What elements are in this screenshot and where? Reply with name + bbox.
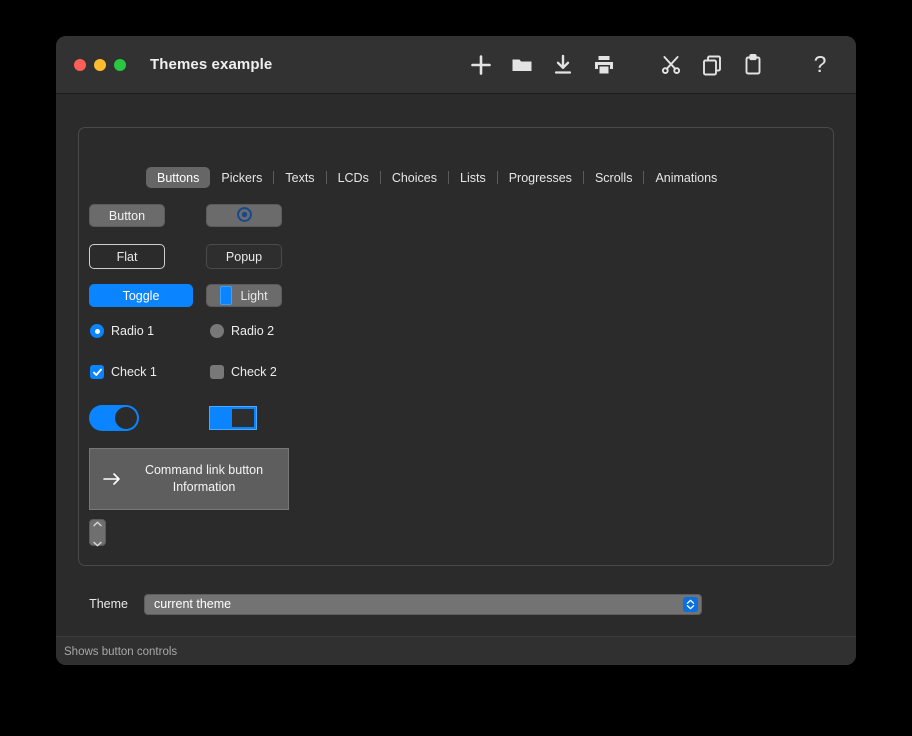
folder-icon [510,53,534,77]
row-radio-2: Radio 2 [210,324,274,338]
status-text: Shows button controls [64,646,177,658]
light-button-label: Light [240,289,267,303]
help-button[interactable]: ? [799,44,840,85]
push-button[interactable]: Button [89,204,165,227]
row-flat: Flat [89,244,165,269]
tab-label: LCDs [338,171,369,185]
command-link-line1: Command link button [145,463,263,477]
tab-lcds[interactable]: LCDs [327,167,380,188]
app-window: Themes example [56,36,856,665]
radio-1-label: Radio 1 [111,324,154,338]
checkbox-indicator [210,365,224,379]
minimize-button[interactable] [94,59,106,71]
theme-label: Theme [64,597,128,611]
clipboard-icon [741,53,765,77]
popup-button[interactable]: Popup [206,244,282,269]
switch-rounded[interactable] [89,405,139,431]
open-button[interactable] [501,44,542,85]
tab-label: Texts [285,171,314,185]
command-link-line2: Information [173,480,236,494]
row-switch-round [89,405,139,431]
scissors-icon [659,53,683,77]
row-toggle: Toggle [89,284,193,307]
cut-button[interactable] [650,44,691,85]
tab-animations[interactable]: Animations [644,167,728,188]
checkbox-indicator [90,365,104,379]
checkbox-2[interactable]: Check 2 [210,365,277,379]
switch-knob [232,409,254,427]
command-link-text: Command link button Information [134,462,288,496]
theme-select[interactable]: current theme [144,594,702,615]
toolbar: ? [460,36,840,93]
plus-icon [469,53,493,77]
radio-button-indicator [210,324,224,338]
chevron-down-icon[interactable] [93,534,102,552]
row-check-2: Check 2 [210,365,277,379]
theme-selected-value: current theme [154,597,231,611]
row-push-buttons: Button [89,204,165,227]
tab-lists[interactable]: Lists [449,167,497,188]
switch-square[interactable] [209,406,257,430]
command-link-button[interactable]: Command link button Information [89,448,289,510]
copy-icon [700,53,724,77]
tab-label: Choices [392,171,437,185]
radio-1[interactable]: Radio 1 [90,324,154,338]
new-button[interactable] [460,44,501,85]
window-controls [74,59,126,71]
light-button[interactable]: Light [206,284,282,307]
light-color-swatch [220,286,232,305]
arrow-right-icon [90,472,134,486]
checkbox-1[interactable]: Check 1 [90,365,157,379]
tab-label: Pickers [221,171,262,185]
check-1-label: Check 1 [111,365,157,379]
maximize-button[interactable] [114,59,126,71]
status-bar: Shows button controls [56,636,856,665]
svg-text:?: ? [813,52,826,77]
close-button[interactable] [74,59,86,71]
content-area: Buttons Pickers Texts LCDs Choices Lists… [56,94,856,665]
tab-buttons[interactable]: Buttons [146,167,210,188]
radio-target-icon [236,206,253,226]
tab-progresses[interactable]: Progresses [498,167,583,188]
tab-scrolls[interactable]: Scrolls [584,167,644,188]
row-radio-1: Radio 1 [90,324,154,338]
row-command-link: Command link button Information [89,448,289,510]
printer-icon [592,53,616,77]
row-icon-button [206,204,282,227]
title-bar: Themes example [56,36,856,94]
row-light: Light [206,284,282,307]
row-check-1: Check 1 [90,365,157,379]
row-popup: Popup [206,244,282,269]
download-icon [551,53,575,77]
copy-button[interactable] [691,44,732,85]
tab-choices[interactable]: Choices [381,167,448,188]
question-mark-icon: ? [807,52,833,78]
row-stepper [89,519,106,546]
check-2-label: Check 2 [231,365,277,379]
tab-label: Scrolls [595,171,633,185]
window-title: Themes example [150,56,272,73]
switch-knob [115,407,137,429]
row-switch-square [209,406,257,430]
stepper-control[interactable] [89,519,106,546]
flat-button[interactable]: Flat [89,244,165,269]
radio-2-label: Radio 2 [231,324,274,338]
radio-2[interactable]: Radio 2 [210,324,274,338]
tab-pickers[interactable]: Pickers [210,167,273,188]
chevron-up-down-icon[interactable] [683,597,698,612]
tab-label: Lists [460,171,486,185]
tab-label: Buttons [157,171,199,185]
radio-icon-button[interactable] [206,204,282,227]
tab-bar: Buttons Pickers Texts LCDs Choices Lists… [144,167,730,188]
print-button[interactable] [583,44,624,85]
chevron-up-icon[interactable] [93,514,102,532]
tab-label: Animations [655,171,717,185]
theme-row: Theme current theme [56,589,856,619]
radio-button-indicator [90,324,104,338]
tab-label: Progresses [509,171,572,185]
save-button[interactable] [542,44,583,85]
toggle-button[interactable]: Toggle [89,284,193,307]
tab-texts[interactable]: Texts [274,167,325,188]
paste-button[interactable] [732,44,773,85]
